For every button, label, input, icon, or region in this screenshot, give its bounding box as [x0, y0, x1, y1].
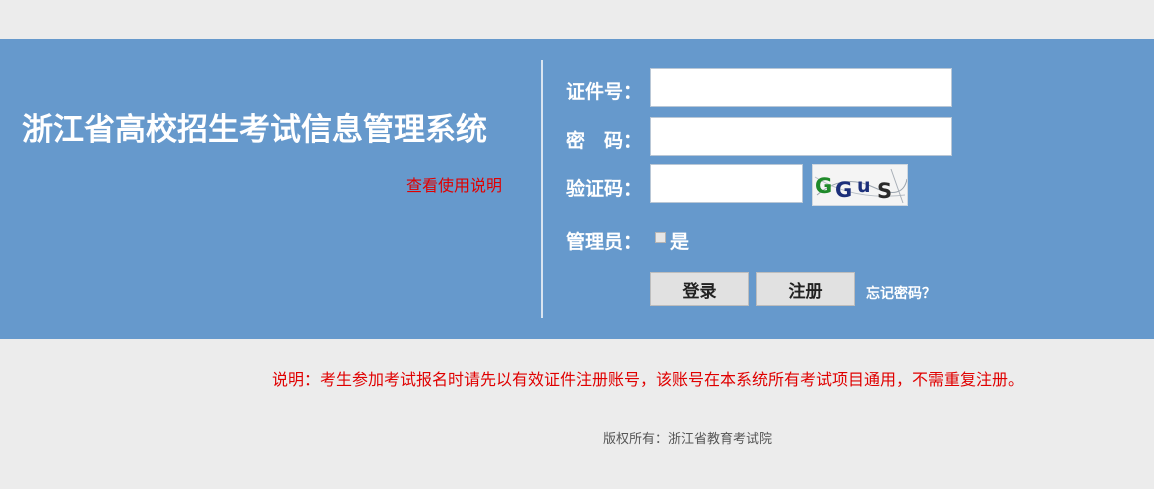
page: 浙江省高校招生考试信息管理系统 查看使用说明 证件号： 密 码： 验证码： G …: [0, 0, 1154, 489]
svg-text:u: u: [857, 175, 871, 197]
id-number-input[interactable]: [650, 68, 952, 107]
password-input[interactable]: [650, 117, 952, 156]
divider: [541, 60, 543, 318]
svg-text:G: G: [835, 178, 852, 202]
password-label: 密 码：: [566, 130, 643, 152]
svg-text:G: G: [815, 174, 832, 198]
captcha-label: 验证码：: [566, 178, 643, 200]
svg-text:S: S: [877, 179, 892, 203]
system-title: 浙江省高校招生考试信息管理系统: [22, 112, 487, 148]
copyright: 版权所有：浙江省教育考试院: [603, 432, 773, 447]
forgot-password-link[interactable]: 忘记密码？: [866, 283, 936, 303]
captcha-image[interactable]: G G u S: [812, 164, 908, 206]
admin-option-label: 是: [670, 231, 690, 253]
admin-checkbox[interactable]: [655, 232, 666, 243]
login-button[interactable]: 登录: [650, 272, 749, 306]
id-label: 证件号：: [566, 81, 643, 103]
help-link[interactable]: 查看使用说明: [406, 172, 502, 196]
register-button[interactable]: 注册: [756, 272, 855, 306]
admin-label: 管理员：: [566, 231, 643, 253]
captcha-input[interactable]: [650, 164, 803, 203]
registration-notice: 说明：考生参加考试报名时请先以有效证件注册账号，该账号在本系统所有考试项目通用，…: [272, 370, 1025, 389]
